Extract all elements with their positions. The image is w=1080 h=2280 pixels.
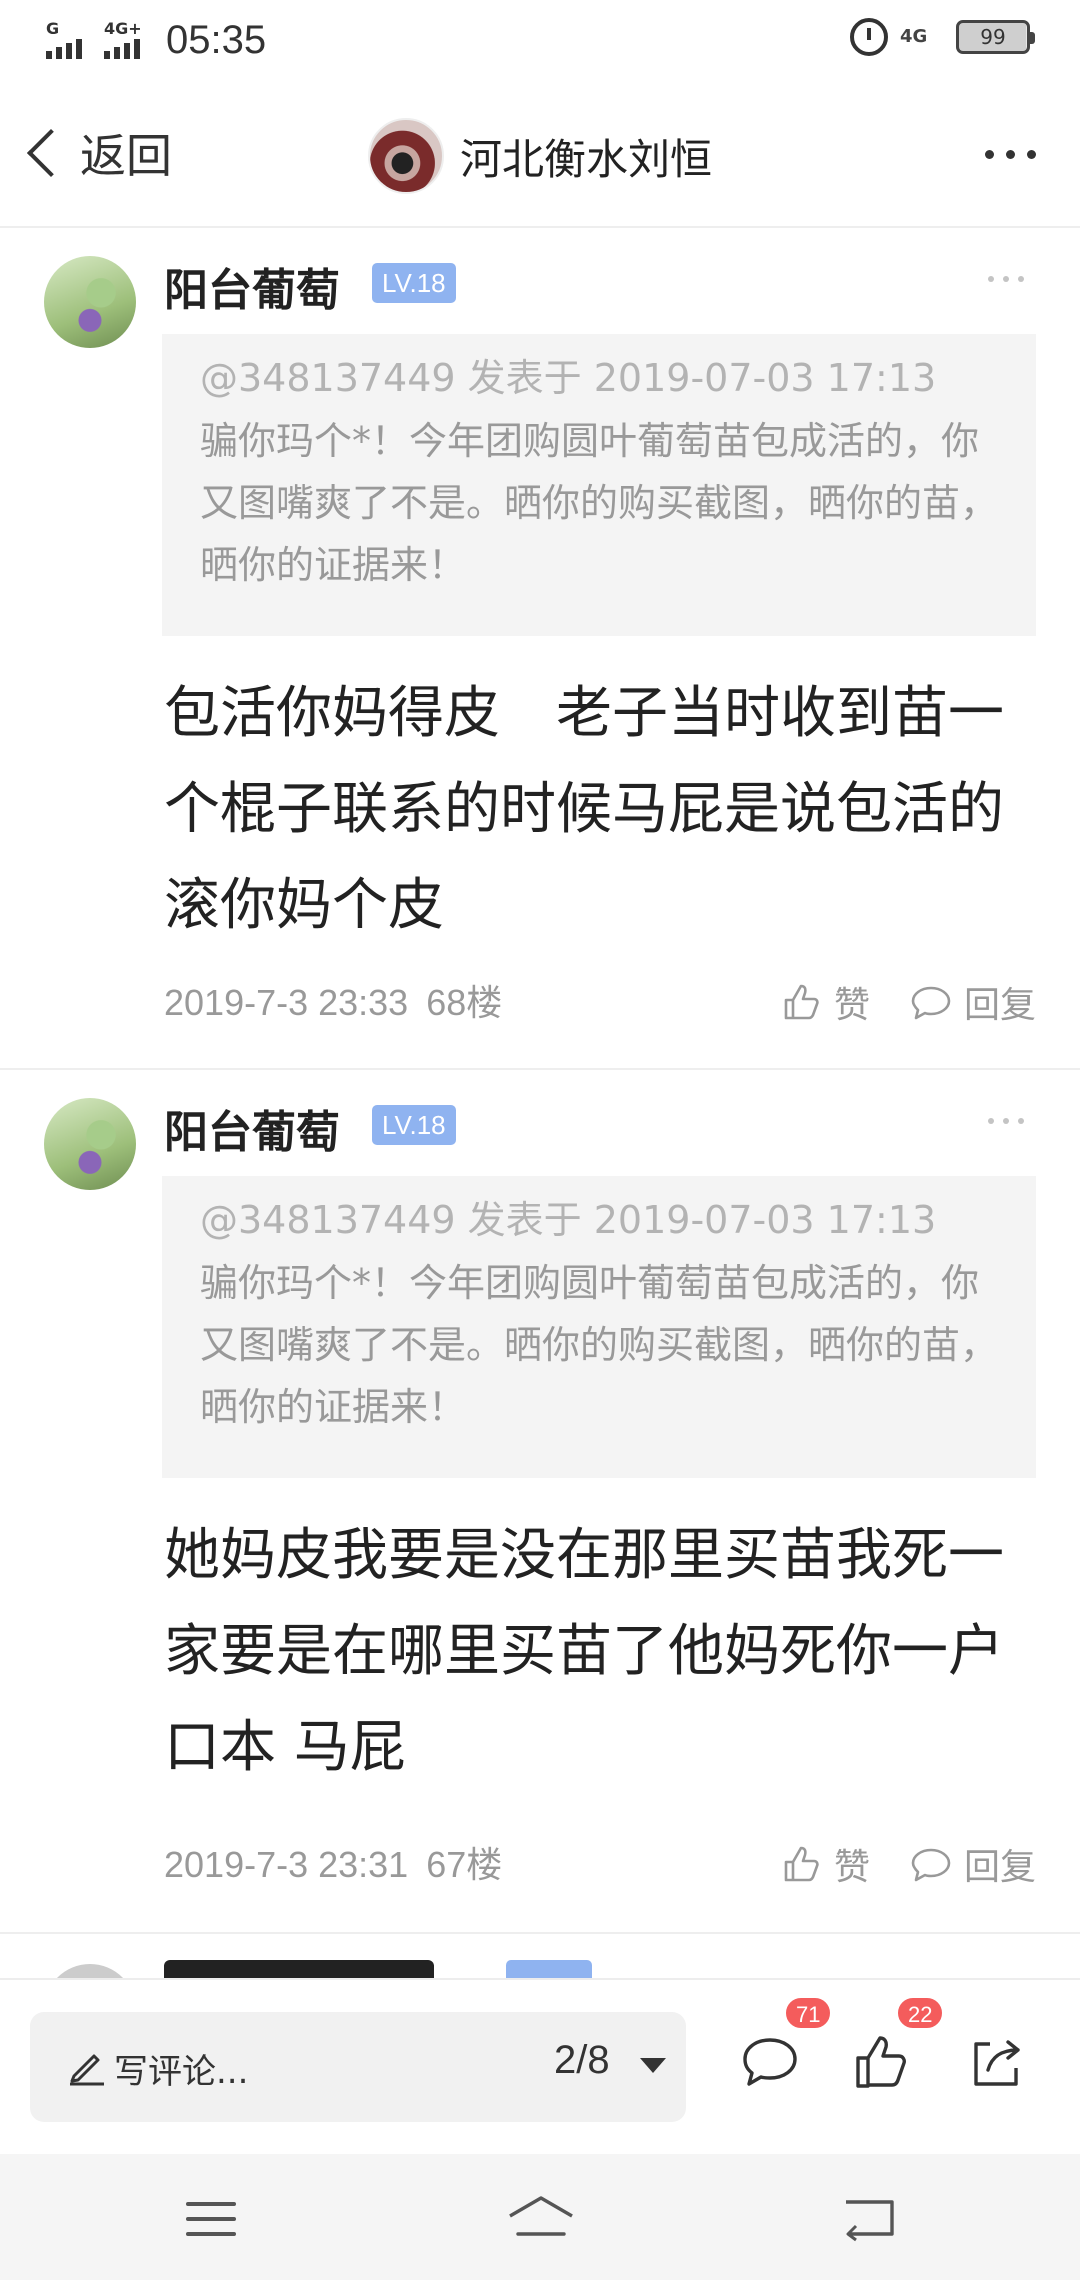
share-icon[interactable] [966, 2032, 1026, 2092]
comment-more-icon[interactable] [988, 276, 1024, 282]
floor-label: 67楼 [426, 1844, 503, 1885]
home-icon[interactable] [506, 2194, 576, 2242]
battery-level: 99 [980, 25, 1006, 49]
back-icon[interactable] [842, 2196, 896, 2242]
comment-input-placeholder: 写评论... [114, 2052, 249, 2092]
avatar[interactable] [44, 256, 136, 348]
network-label: 4G+ [104, 18, 142, 38]
signal-icon: G [44, 19, 96, 63]
comment-item: 阳台葡萄 LV.18 @348137449 发表于 2019-07-03 17:… [0, 1072, 1080, 1934]
comment-meta: 2019-7-3 23:33 68楼 [164, 974, 502, 1026]
signal-label: G [46, 18, 60, 38]
quote-text: 骗你玛个*！今年团购圆叶葡萄苗包成活的，你又图嘴爽了不是。晒你的购买截图，晒你的… [200, 1261, 999, 1429]
comment-more-icon[interactable] [988, 1118, 1024, 1124]
avatar[interactable] [44, 1098, 136, 1190]
status-left: G 4G+ 05:35 [44, 18, 266, 63]
comment-count-badge: 71 [784, 1996, 833, 2030]
caret-down-icon[interactable] [640, 2058, 666, 2073]
reply-label: 回复 [963, 1847, 1036, 1888]
quoted-comment[interactable]: @348137449 发表于 2019-07-03 17:13 骗你玛个*！今年… [162, 1176, 1036, 1478]
thumb-up-icon [784, 984, 819, 1020]
level-badge-partial [506, 1960, 592, 1978]
reply-button[interactable]: 回复 [910, 976, 1036, 1028]
comment-bubble-icon [911, 986, 951, 1020]
like-button[interactable]: 赞 [782, 976, 870, 1028]
avatar[interactable] [44, 1964, 136, 1978]
like-button[interactable]: 赞 [782, 1838, 870, 1890]
more-icon[interactable] [985, 150, 1036, 159]
battery-icon: 99 [956, 20, 1035, 54]
like-label: 赞 [833, 1847, 870, 1888]
network-4g-label: 4G [900, 26, 928, 47]
quote-meta: @348137449 发表于 2019-07-03 17:13 [200, 1198, 937, 1242]
comment-username-partial [164, 1960, 434, 1978]
thumb-up-icon[interactable] [852, 2032, 912, 2092]
reply-label: 回复 [963, 985, 1036, 1026]
reply-button[interactable]: 回复 [910, 1838, 1036, 1890]
quoted-comment[interactable]: @348137449 发表于 2019-07-03 17:13 骗你玛个*！今年… [162, 334, 1036, 636]
system-nav-bar [0, 2154, 1080, 2280]
signal-4g-icon: 4G+ [102, 19, 154, 63]
comment-body: 包活你妈得皮 老子当时收到苗一个棍子联系的时候马屁是说包活的滚你妈个皮 [164, 681, 1004, 938]
level-badge: LV.18 [372, 1105, 456, 1145]
comment-input[interactable]: 写评论... 2/8 [30, 2012, 686, 2122]
quote-text: 骗你玛个*！今年团购圆叶葡萄苗包成活的，你又图嘴爽了不是。晒你的购买截图，晒你的… [200, 419, 999, 587]
back-label: 返回 [80, 129, 172, 183]
back-chevron-icon [26, 128, 76, 178]
pencil-icon [70, 2054, 104, 2086]
comment-username[interactable]: 阳台葡萄 [164, 254, 340, 318]
comment-item-partial [0, 1938, 1080, 1978]
comment-bubble-icon[interactable] [740, 2032, 800, 2092]
comment-meta: 2019-7-3 23:31 67楼 [164, 1836, 502, 1888]
thumb-up-icon [784, 1846, 819, 1882]
comment-item: 阳台葡萄 LV.18 @348137449 发表于 2019-07-03 17:… [0, 230, 1080, 1070]
comment-body: 她妈皮我要是没在那里买苗我死一家要是在哪里买苗了他妈死你一户口本 马屁 [164, 1523, 1004, 1780]
floor-label: 68楼 [426, 982, 503, 1023]
level-badge: LV.18 [372, 263, 456, 303]
quote-meta: @348137449 发表于 2019-07-03 17:13 [200, 356, 937, 400]
like-label: 赞 [833, 985, 870, 1026]
comment-time: 2019-7-3 23:31 [164, 1844, 409, 1885]
alarm-icon [850, 18, 888, 56]
back-button[interactable]: 返回 [22, 120, 172, 186]
nav-header: 返回 河北衡水刘恒 [0, 80, 1080, 228]
bottom-action-bar: 写评论... 2/8 71 22 [0, 1978, 1080, 2154]
status-right: 4G 99 [850, 18, 1035, 56]
thread-author[interactable]: 河北衡水刘恒 [368, 118, 712, 194]
status-time: 05:35 [166, 18, 267, 62]
page-title: 河北衡水刘恒 [460, 134, 713, 184]
comment-bubble-icon [911, 1848, 951, 1882]
comment-username[interactable]: 阳台葡萄 [164, 1096, 340, 1160]
comment-time: 2019-7-3 23:33 [164, 982, 409, 1023]
page-indicator[interactable]: 2/8 [554, 2038, 610, 2083]
menu-icon[interactable] [186, 2202, 236, 2236]
status-bar: G 4G+ 05:35 4G 99 [0, 0, 1080, 80]
like-count-badge: 22 [896, 1996, 945, 2030]
author-avatar[interactable] [368, 118, 444, 194]
